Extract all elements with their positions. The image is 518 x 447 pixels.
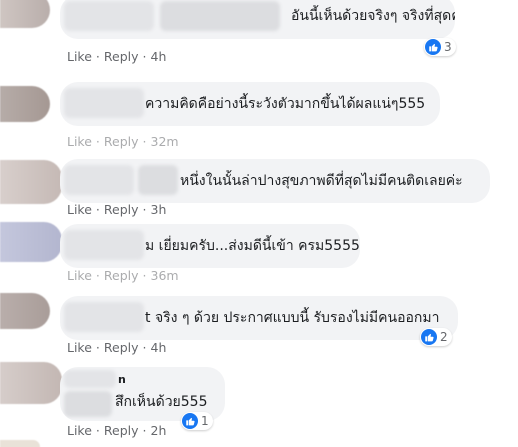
comment-feed: อันนี้เห็นด้วยจริงๆ จริงที่สุดค่ะ 3 Like…: [0, 0, 518, 447]
reply-link[interactable]: Reply: [104, 49, 139, 65]
comment-bubble: t จริง ๆ ด้วย ประกาศแบบนี้ รับรองไม่มีคน…: [60, 296, 458, 340]
redacted-text: [138, 165, 178, 195]
redacted-name: [64, 370, 116, 388]
separator: ·: [142, 49, 147, 64]
comment-actions: Like · Reply · 32m: [67, 134, 179, 150]
avatar[interactable]: [0, 222, 62, 262]
avatar[interactable]: [0, 293, 50, 329]
redacted-name: [64, 302, 144, 332]
timestamp[interactable]: 32m: [151, 134, 179, 150]
separator: ·: [95, 202, 100, 217]
reply-link[interactable]: Reply: [104, 202, 139, 218]
comment-actions: Like · Reply · 2h: [67, 423, 166, 439]
timestamp[interactable]: 4h: [151, 49, 167, 65]
reaction-count: 1: [201, 414, 209, 428]
timestamp[interactable]: 36m: [151, 268, 179, 284]
comment-bubble: อันนี้เห็นด้วยจริงๆ จริงที่สุดค่ะ: [60, 0, 455, 39]
comment-bubble: หนึ่งในนั้นล่าปางสุขภาพดีที่สุดไม่มีคนติ…: [60, 159, 490, 203]
comment-text: สึกเห็นด้วย555: [115, 394, 208, 410]
separator: ·: [142, 268, 147, 283]
comment-actions: Like · Reply · 36m: [67, 268, 179, 284]
like-link[interactable]: Like: [67, 423, 92, 439]
separator: ·: [95, 134, 100, 149]
separator: ·: [95, 340, 100, 355]
avatar[interactable]: [0, 160, 62, 204]
comment-actions: Like · Reply · 3h: [67, 202, 166, 218]
thumbs-up-icon: [421, 329, 437, 345]
reply-link[interactable]: Reply: [104, 134, 139, 150]
redacted-name: [64, 230, 144, 260]
redacted-name: [64, 1, 154, 31]
comment-text: ม เยี่ยมครับ...ส่งมดีนี้เข้า ครม5555: [145, 238, 360, 254]
reply-link[interactable]: Reply: [104, 423, 139, 439]
comment-text: หนึ่งในนั้นล่าปางสุขภาพดีที่สุดไม่มีคนติ…: [180, 173, 463, 189]
redacted-name: [64, 165, 134, 195]
separator: ·: [142, 202, 147, 217]
like-link[interactable]: Like: [67, 134, 92, 150]
like-link[interactable]: Like: [67, 49, 92, 65]
comment-text: t จริง ๆ ด้วย ประกาศแบบนี้ รับรองไม่มีคน…: [145, 310, 440, 326]
comment-actions: Like · Reply · 4h: [67, 340, 166, 356]
avatar[interactable]: [0, 362, 62, 404]
reaction-badge[interactable]: 1: [181, 412, 213, 430]
avatar[interactable]: [0, 0, 50, 28]
comment-text: ความคิดคือย่างนี้ระวังตัวมากขึ้นได้ผลแน่…: [145, 96, 426, 112]
like-link[interactable]: Like: [67, 202, 92, 218]
thumbs-up-icon: [182, 413, 198, 429]
comment-text: อันนี้เห็นด้วยจริงๆ จริงที่สุดค่ะ: [291, 8, 455, 24]
separator: ·: [142, 340, 147, 355]
separator: ·: [95, 268, 100, 283]
thumbs-up-icon: [425, 39, 441, 55]
comment-bubble: ความคิดคือย่างนี้ระวังตัวมากขึ้นได้ผลแน่…: [60, 82, 440, 126]
like-link[interactable]: Like: [67, 268, 92, 284]
reply-link[interactable]: Reply: [104, 340, 139, 356]
avatar: [0, 440, 40, 447]
reaction-count: 2: [440, 330, 448, 344]
reaction-badge[interactable]: 3: [424, 38, 456, 56]
timestamp[interactable]: 3h: [151, 202, 167, 218]
separator: ·: [95, 49, 100, 64]
reaction-count: 3: [444, 40, 452, 54]
timestamp[interactable]: 4h: [151, 340, 167, 356]
redacted-name: [64, 88, 144, 118]
separator: ·: [142, 134, 147, 149]
timestamp[interactable]: 2h: [151, 423, 167, 439]
commenter-name[interactable]: n: [118, 371, 126, 389]
avatar[interactable]: [0, 86, 50, 122]
separator: ·: [142, 423, 147, 438]
redacted-text: [160, 1, 280, 31]
comment-bubble: ม เยี่ยมครับ...ส่งมดีนี้เข้า ครม5555: [60, 224, 360, 268]
comment-actions: Like · Reply · 4h: [67, 49, 166, 65]
redacted-text: [64, 391, 112, 417]
reply-link[interactable]: Reply: [104, 268, 139, 284]
separator: ·: [95, 423, 100, 438]
reaction-badge[interactable]: 2: [420, 328, 452, 346]
like-link[interactable]: Like: [67, 340, 92, 356]
